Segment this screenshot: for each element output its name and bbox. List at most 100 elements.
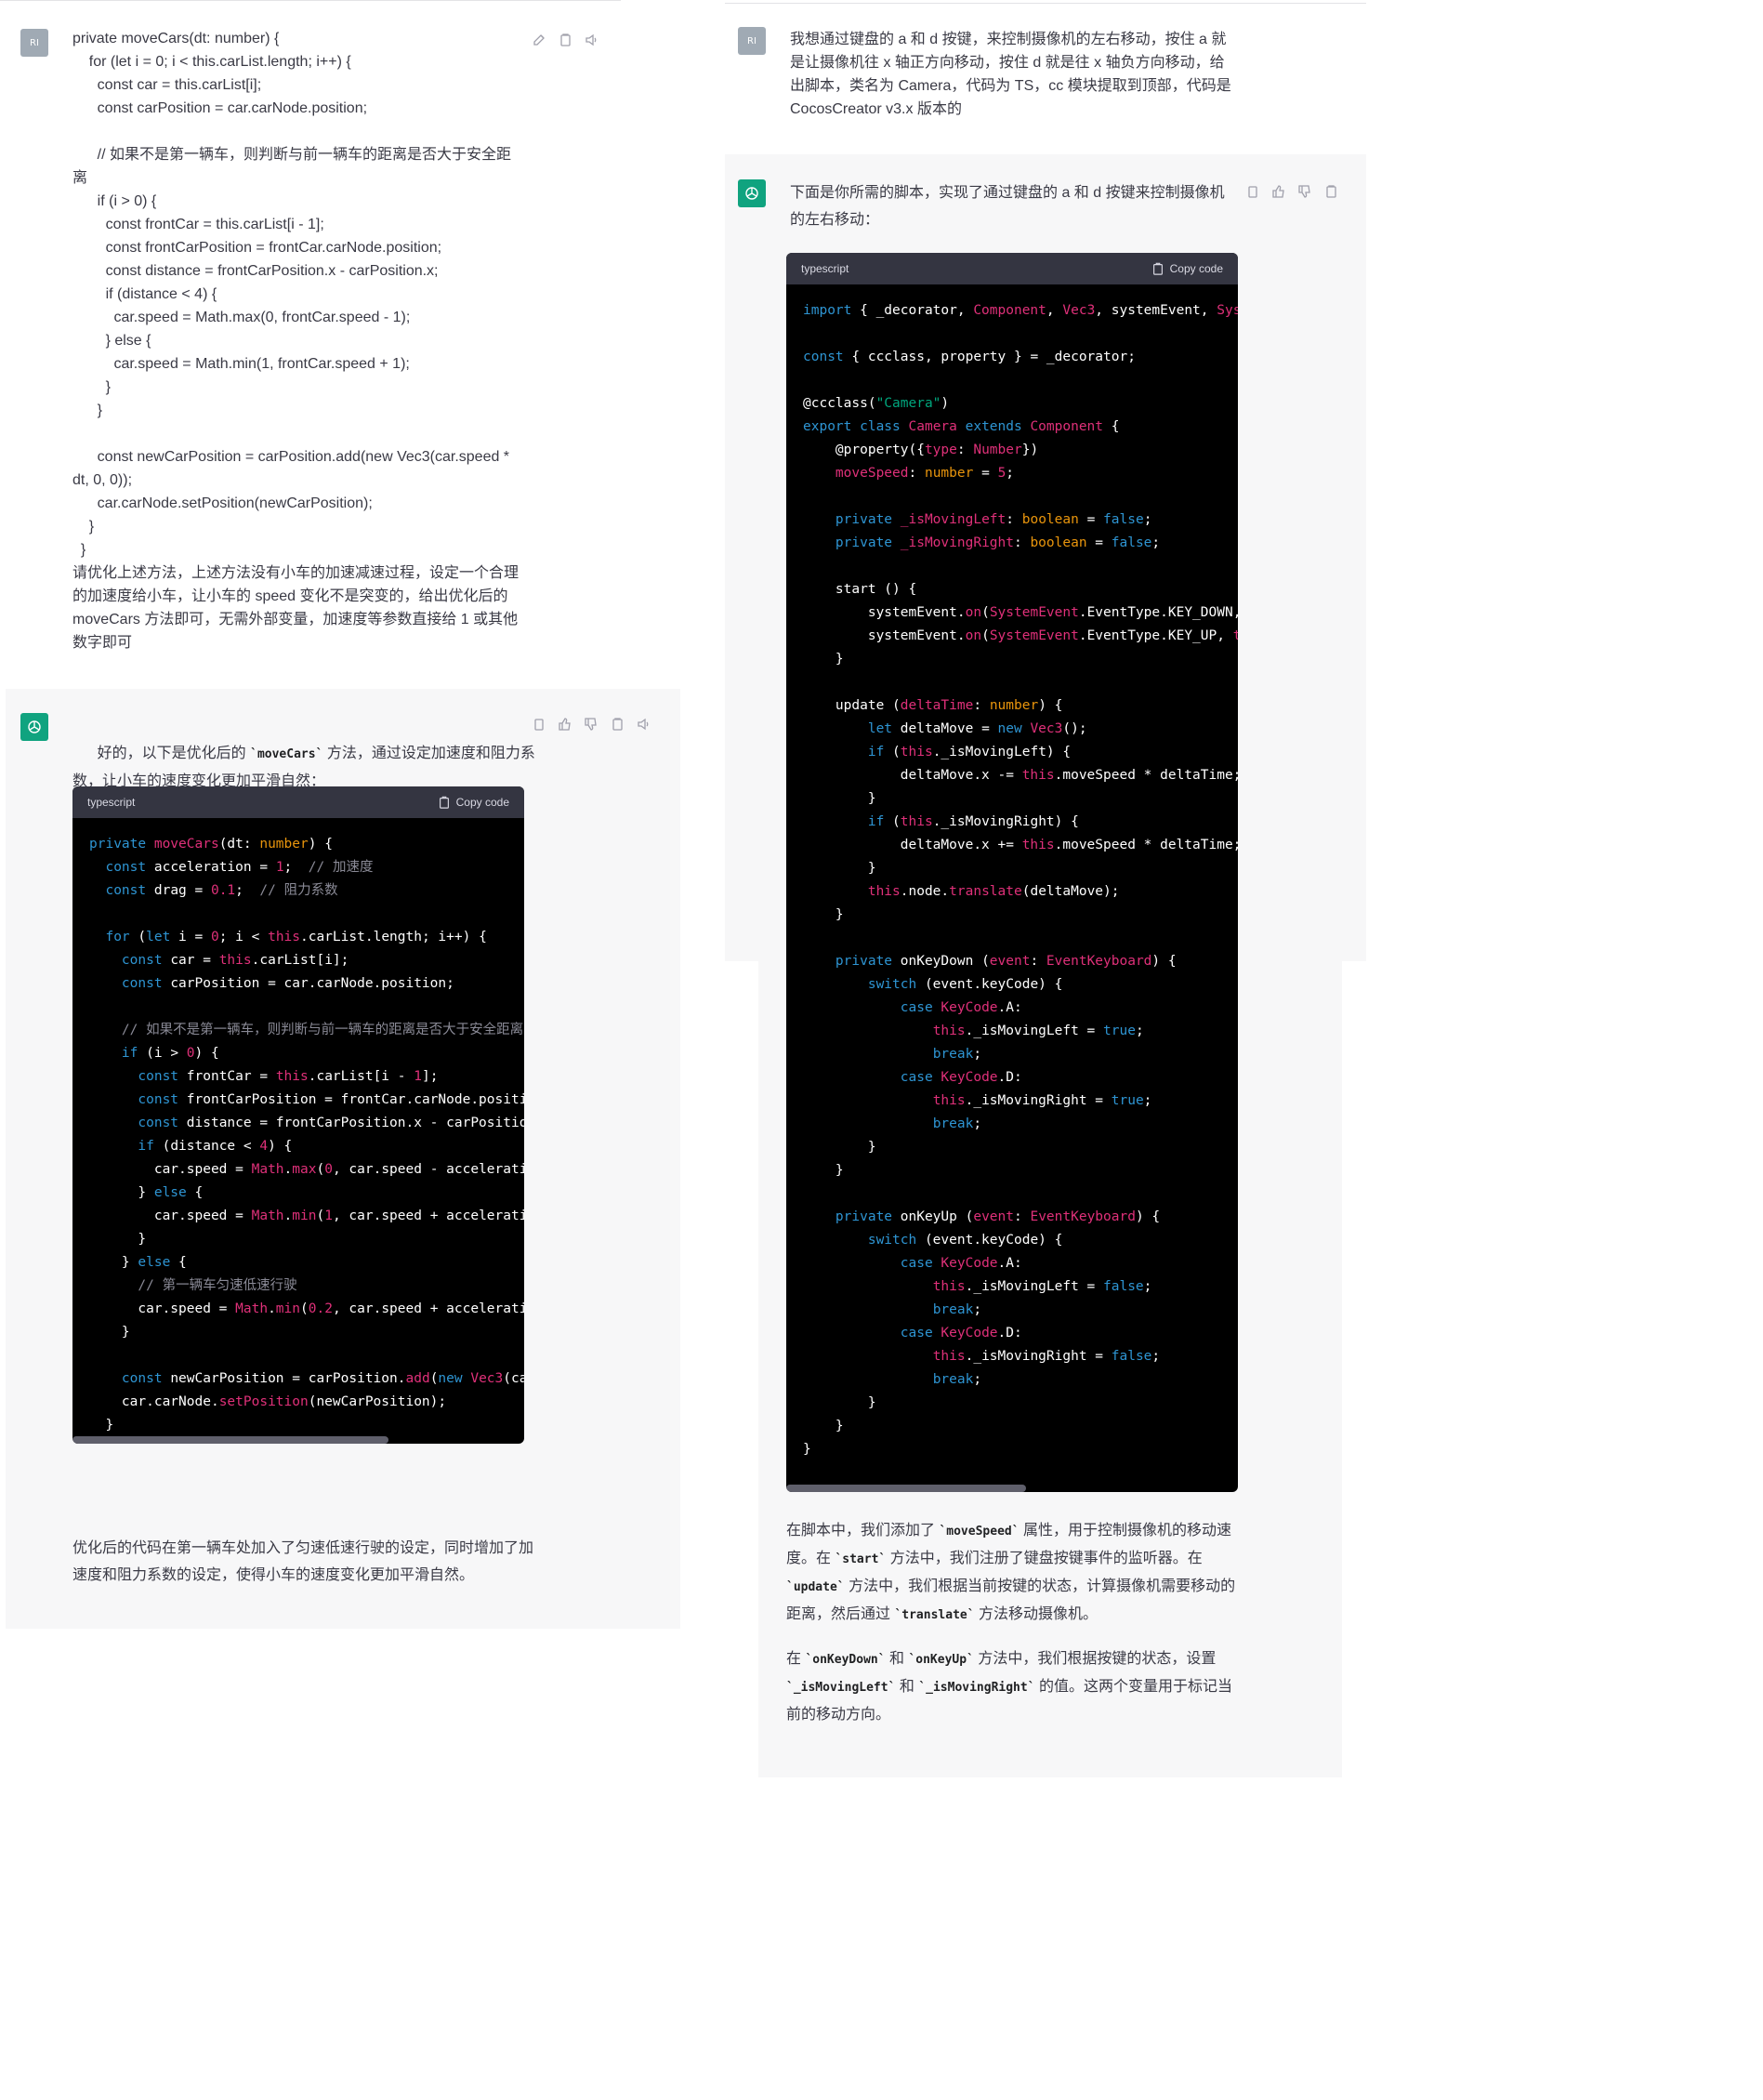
code-token: break: [932, 1116, 974, 1131]
code-token: translate: [949, 884, 1022, 899]
text-run: 方法中，我们根据按键的状态，设置: [973, 1651, 1217, 1667]
copy-icon[interactable]: [558, 33, 572, 47]
code-token: moveSpeed: [835, 466, 909, 481]
code-token: import: [803, 303, 861, 318]
code-token: ;: [973, 1047, 982, 1062]
code-line: car.speed = Math.min(1, car.speed + acce…: [89, 1205, 524, 1228]
code-token: ;: [1143, 512, 1152, 527]
code-token: KeyCode: [941, 1256, 998, 1271]
code-token: @ccclass(: [803, 396, 876, 411]
code-line: }: [89, 1414, 507, 1437]
code-token: private: [835, 535, 901, 550]
code-token: distance = frontCarPosition.x - carPosit…: [186, 1116, 524, 1130]
code-token: onKeyDown (: [900, 954, 990, 969]
code-token: this: [900, 745, 933, 759]
code-token: carPosition = car.carNode.position;: [170, 976, 454, 991]
user-message: 我想通过键盘的 a 和 d 按键，来控制摄像机的左右移动，按住 a 就是让摄像机…: [790, 32, 1236, 117]
speaker-icon[interactable]: [584, 33, 599, 47]
code-token: ._isMovingLeft =: [965, 1279, 1104, 1294]
code-token: =: [973, 466, 998, 481]
code-token: ();: [1062, 721, 1087, 736]
code-token: car.speed =: [89, 1208, 252, 1223]
code-token: true: [1103, 1024, 1136, 1038]
code-token: }: [89, 1185, 154, 1200]
code-token: (deltaMove);: [1021, 884, 1120, 899]
intro-inline-code: `moveCars`: [250, 747, 323, 761]
code-line: }: [803, 648, 1221, 671]
edit-icon[interactable]: [532, 33, 546, 47]
code-token: this: [218, 953, 252, 968]
code-token: 1: [324, 1208, 333, 1223]
code-token: Math: [251, 1162, 284, 1177]
code-token: car.speed =: [89, 1301, 236, 1316]
clipboard-icon[interactable]: [532, 717, 546, 732]
code-line: this._isMovingLeft = false;: [803, 1275, 1221, 1299]
copy-code-label: Copy code: [1169, 262, 1223, 275]
copy-icon[interactable]: [610, 717, 625, 732]
code-line: deltaMove.x -= this.moveSpeed * deltaTim…: [803, 764, 1238, 787]
code-token: break: [932, 1372, 974, 1387]
code-token: if: [867, 745, 893, 759]
code-line: if (this._isMovingRight) {: [803, 811, 1221, 834]
code-token: KeyCode: [941, 1326, 998, 1341]
code-token: { ccclass, property } = _decorator;: [851, 350, 1136, 364]
code-line: systemEvent.on(SystemEvent.EventType.KEY…: [803, 625, 1238, 648]
clipboard-icon[interactable]: [1245, 184, 1260, 199]
code-token: this: [900, 814, 933, 829]
speaker-icon[interactable]: [636, 717, 651, 732]
code-token: private: [835, 954, 901, 969]
thumbs-up-icon[interactable]: [1271, 184, 1286, 199]
code-token: on: [965, 628, 982, 643]
code-token: Camera: [908, 419, 966, 434]
copy-code-button[interactable]: Copy code: [438, 796, 509, 809]
code-token: Math: [251, 1208, 284, 1223]
code-token: export class: [803, 419, 909, 434]
thumbs-up-icon[interactable]: [558, 717, 572, 732]
copy-code-button[interactable]: Copy code: [1151, 262, 1223, 275]
code-token: }: [803, 1395, 876, 1410]
code-token: @property({: [803, 442, 925, 457]
code-token: systemEvent.: [803, 605, 966, 620]
code-token: const: [803, 350, 852, 364]
code-token: }: [803, 861, 876, 876]
thumbs-down-icon[interactable]: [1297, 184, 1312, 199]
code-token: min: [292, 1208, 317, 1223]
thumbs-down-icon[interactable]: [584, 717, 599, 732]
code-line: const drag = 0.1; // 阻力系数: [89, 879, 507, 903]
code-line: const frontCar = this.carList[i - 1];: [89, 1065, 507, 1089]
code-line: systemEvent.on(SystemEvent.EventType.KEY…: [803, 601, 1238, 625]
code-token: (car.speed * dt,: [503, 1371, 524, 1386]
code-token: car.carNode.: [89, 1394, 219, 1409]
code-token: Math: [235, 1301, 269, 1316]
code-token: ;: [973, 1372, 982, 1387]
code-token: deltaTime: [900, 698, 974, 713]
code-token: const: [105, 860, 154, 875]
inline-code: `translate`: [894, 1608, 975, 1622]
code-language-label: typescript: [87, 796, 136, 809]
code-token: :: [1006, 512, 1022, 527]
code-token: if: [867, 814, 893, 829]
copy-icon[interactable]: [1323, 184, 1338, 199]
user-avatar: RI: [738, 27, 766, 55]
horizontal-scrollbar[interactable]: [786, 1485, 1026, 1492]
code-token: event: [973, 1209, 1014, 1224]
code-token: false: [1111, 535, 1152, 550]
code-line: @ccclass("Camera"): [803, 392, 1221, 416]
code-token: deltaMove =: [900, 721, 998, 736]
code-token: .: [268, 1301, 276, 1316]
code-token: this: [268, 930, 301, 944]
code-token: (: [138, 930, 147, 944]
code-token: 5: [997, 466, 1006, 481]
horizontal-scrollbar[interactable]: [72, 1436, 388, 1444]
